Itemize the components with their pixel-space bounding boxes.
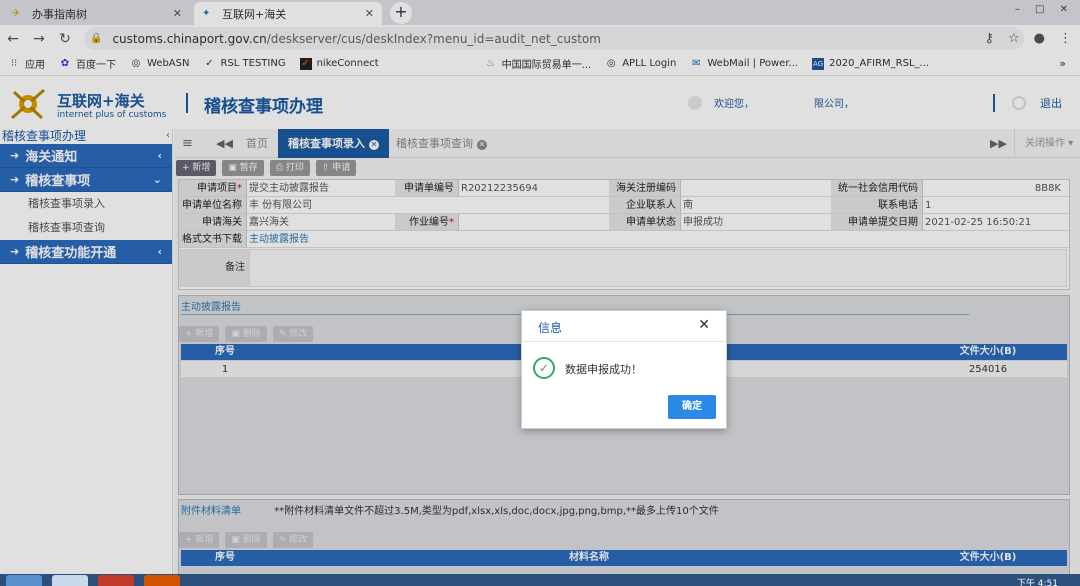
modal-overlay (0, 0, 1080, 586)
dialog-title: 信息 (538, 321, 563, 335)
close-icon[interactable]: ✕ (698, 317, 710, 333)
taskbar-app-icon[interactable] (98, 575, 134, 586)
taskbar-app-icon[interactable] (52, 575, 88, 586)
taskbar-app-icon[interactable] (144, 575, 180, 586)
dialog-header: 信息 ✕ (522, 311, 726, 342)
dialog-message: 数据申报成功！ (565, 363, 642, 376)
check-circle-icon: ✓ (533, 357, 555, 379)
info-dialog: 信息 ✕ ✓ 数据申报成功！ 确定 (521, 310, 727, 429)
clock: 下午 4:51 (1016, 579, 1058, 586)
os-taskbar: 下午 4:51 (0, 574, 1080, 586)
start-icon[interactable] (6, 575, 42, 586)
confirm-button[interactable]: 确定 (668, 395, 716, 419)
